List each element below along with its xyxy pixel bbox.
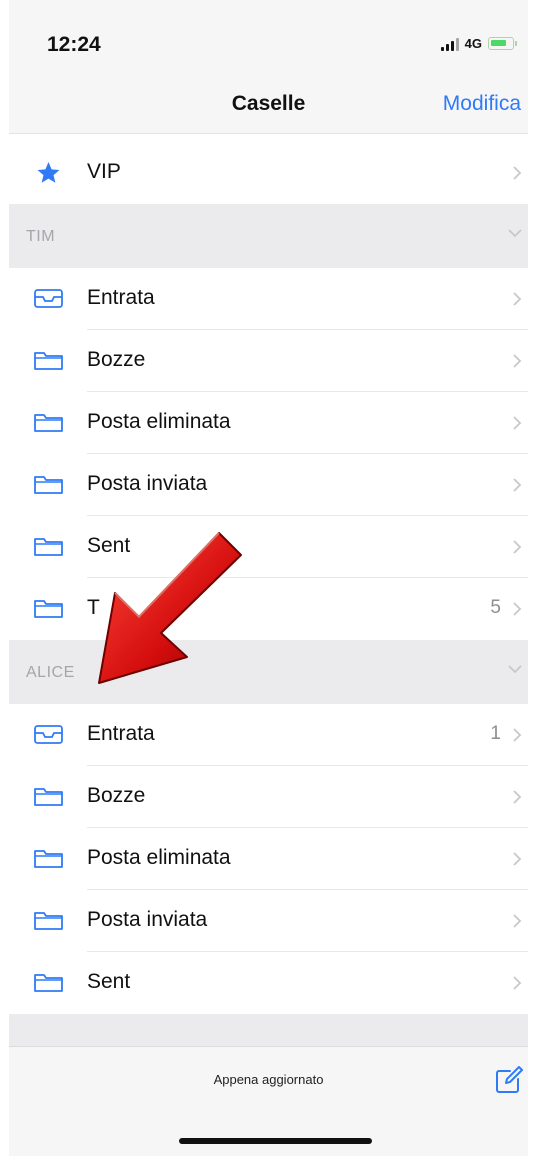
unread-count: 1: [490, 723, 501, 744]
inbox-icon: [34, 725, 63, 744]
mail-app: 12:24 4G Caselle Modifica VIP TIM Entrat…: [9, 0, 528, 1156]
chevron-right-icon: [513, 354, 522, 368]
account-header-alice[interactable]: ALICE: [9, 640, 528, 704]
mailbox-row[interactable]: Bozze: [9, 766, 528, 828]
chevron-right-icon: [513, 416, 522, 430]
account-header-tim[interactable]: TIM: [9, 204, 528, 268]
mailbox-label: Entrata: [87, 722, 155, 745]
edit-button[interactable]: Modifica: [443, 92, 521, 116]
chevron-down-icon: [508, 665, 522, 674]
mailbox-row[interactable]: Sent: [9, 516, 528, 578]
account-name: TIM: [26, 228, 56, 245]
chevron-right-icon: [513, 478, 522, 492]
mailbox-row[interactable]: Sent: [9, 952, 528, 1014]
signal-icon: [440, 37, 459, 51]
bottom-toolbar: Appena aggiornato: [9, 1046, 528, 1156]
folder-icon: [34, 912, 63, 930]
chevron-right-icon: [513, 914, 522, 928]
chevron-down-icon: [508, 229, 522, 238]
account-name: ALICE: [26, 664, 75, 681]
inbox-icon: [34, 289, 63, 308]
star-icon: [37, 162, 60, 183]
mailbox-label: VIP: [87, 160, 121, 183]
mailbox-label: Sent: [87, 970, 131, 993]
status-bar: 12:24 4G: [9, 0, 528, 80]
nav-bar: Caselle Modifica: [9, 80, 528, 134]
status-time: 12:24: [47, 33, 101, 56]
sync-status: Appena aggiornato: [213, 1072, 324, 1087]
chevron-right-icon: [513, 166, 522, 180]
folder-icon: [34, 974, 63, 992]
mailbox-label: Entrata: [87, 286, 155, 309]
mailbox-label: Posta inviata: [87, 908, 208, 931]
mailbox-row-vip[interactable]: VIP: [9, 142, 528, 204]
home-indicator: [179, 1138, 372, 1144]
mailbox-label: Posta inviata: [87, 472, 208, 495]
mailbox-label: Posta eliminata: [87, 410, 231, 433]
unread-count: 5: [490, 597, 501, 618]
mailbox-row[interactable]: Posta inviata: [9, 454, 528, 516]
mailbox-label: T: [87, 596, 100, 619]
folder-icon: [34, 414, 63, 432]
mailbox-row[interactable]: Posta eliminata: [9, 392, 528, 454]
chevron-right-icon: [513, 976, 522, 990]
mailbox-row[interactable]: T 5: [9, 578, 528, 640]
mailbox-row[interactable]: Posta eliminata: [9, 828, 528, 890]
network-type: 4G: [464, 36, 482, 51]
folder-icon: [34, 600, 63, 618]
chevron-right-icon: [513, 602, 522, 616]
mailbox-row[interactable]: Entrata: [9, 268, 528, 330]
chevron-right-icon: [513, 790, 522, 804]
mailbox-label: Posta eliminata: [87, 846, 231, 869]
compose-icon[interactable]: [494, 1065, 524, 1095]
list-footer-spacer: [9, 1014, 528, 1046]
mailbox-row[interactable]: Bozze: [9, 330, 528, 392]
folder-icon: [34, 788, 63, 806]
folder-icon: [34, 476, 63, 494]
folder-icon: [34, 538, 63, 556]
chevron-right-icon: [513, 540, 522, 554]
folder-icon: [34, 352, 63, 370]
mailbox-row[interactable]: Posta inviata: [9, 890, 528, 952]
mailbox-label: Bozze: [87, 348, 146, 371]
battery-icon: [488, 37, 517, 50]
chevron-right-icon: [513, 728, 522, 742]
folder-icon: [34, 850, 63, 868]
mailbox-row[interactable]: Entrata 1: [9, 704, 528, 766]
chevron-right-icon: [513, 852, 522, 866]
chevron-right-icon: [513, 292, 522, 306]
mailbox-label: Sent: [87, 534, 131, 557]
mailbox-label: Bozze: [87, 784, 146, 807]
